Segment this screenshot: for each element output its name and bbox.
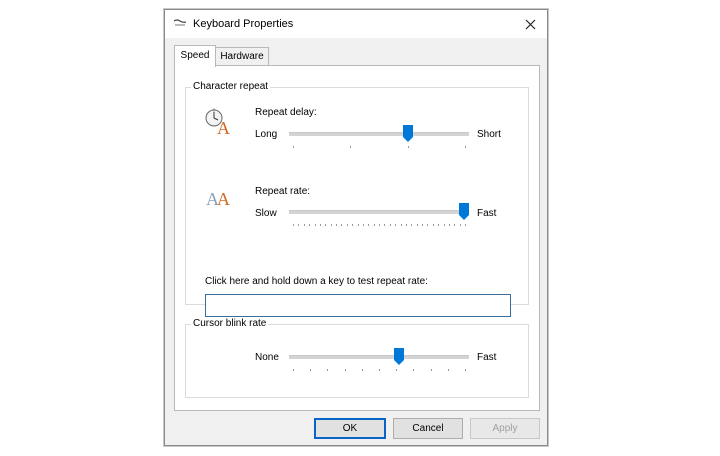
slider-tick <box>293 146 294 148</box>
svg-text:A: A <box>217 118 230 137</box>
repeat-rate-icon: A A <box>206 189 230 209</box>
repeat-delay-min-label: Long <box>255 129 278 140</box>
slider-tick <box>447 369 449 371</box>
cursor-blink-label: Cursor blink rate <box>191 318 269 329</box>
slider-tick <box>395 224 397 226</box>
slider-tick <box>400 224 402 226</box>
repeat-rate-max-label: Fast <box>477 208 497 219</box>
slider-tick <box>422 224 423 226</box>
slider-tick <box>413 369 415 371</box>
repeat-rate-ticks <box>293 224 466 228</box>
slider-tick <box>465 146 466 148</box>
slider-tick <box>384 224 386 226</box>
slider-tick <box>293 224 294 226</box>
character-repeat-label: Character repeat <box>191 81 271 92</box>
slider-tick <box>407 146 409 148</box>
cursor-blink-thumb[interactable] <box>394 348 405 365</box>
tab-speed[interactable]: Speed <box>174 45 216 67</box>
cursor-blink-min-label: None <box>255 352 279 363</box>
slider-tick <box>330 224 332 226</box>
slider-tick <box>362 224 364 226</box>
slider-tick <box>344 369 346 371</box>
slider-tick <box>454 224 456 226</box>
slider-tick <box>352 224 354 226</box>
slider-tick <box>427 224 429 226</box>
close-icon <box>525 19 535 29</box>
svg-text:A: A <box>217 189 230 209</box>
tab-speed-label: Speed <box>180 50 210 61</box>
repeat-rate-label: Repeat rate: <box>255 186 311 197</box>
cancel-button-label: Cancel <box>412 423 444 434</box>
cancel-button[interactable]: Cancel <box>393 418 463 439</box>
slider-tick <box>310 369 312 371</box>
repeat-rate-track <box>289 210 469 214</box>
repeat-rate-thumb[interactable] <box>459 203 469 220</box>
character-repeat-group: Character repeat A Repeat delay: Long Sh… <box>185 81 529 317</box>
ok-button-label: OK <box>342 423 358 434</box>
keyboard-icon <box>174 19 186 26</box>
slider-tick <box>389 224 391 226</box>
title-bar[interactable]: Keyboard Properties <box>165 10 547 38</box>
slider-tick <box>327 369 329 371</box>
slider-tick <box>416 224 418 226</box>
slider-tick <box>293 369 294 371</box>
slider-tick <box>379 224 380 226</box>
cursor-blink-slider[interactable] <box>289 347 469 379</box>
slider-tick <box>341 224 343 226</box>
repeat-delay-slider[interactable] <box>289 124 469 156</box>
ok-button[interactable]: OK <box>314 418 386 439</box>
cursor-blink-max-label: Fast <box>477 352 497 363</box>
slider-tick <box>325 224 327 226</box>
repeat-delay-label: Repeat delay: <box>255 107 317 118</box>
slider-tick <box>303 224 305 226</box>
slider-tick <box>309 224 311 226</box>
tab-hardware[interactable]: Hardware <box>215 47 269 66</box>
cursor-blink-group: Cursor blink rate None Fast <box>185 318 529 398</box>
cursor-blink-track <box>289 355 469 359</box>
tab-hardware-label: Hardware <box>220 51 264 62</box>
window-title: Keyboard Properties <box>193 18 294 30</box>
keyboard-properties-dialog: Keyboard Properties Speed Hardware Chara… <box>164 9 548 446</box>
slider-tick <box>346 224 348 226</box>
slider-tick <box>336 224 337 226</box>
slider-tick <box>357 224 359 226</box>
close-button[interactable] <box>519 13 541 35</box>
slider-tick <box>465 369 466 371</box>
slider-tick <box>438 224 440 226</box>
slider-tick <box>405 224 407 226</box>
repeat-delay-track <box>289 132 469 136</box>
apply-button-label: Apply <box>492 423 518 434</box>
slider-tick <box>319 224 321 226</box>
slider-tick <box>465 224 466 226</box>
repeat-delay-thumb[interactable] <box>402 125 413 142</box>
repeat-delay-ticks <box>293 146 466 150</box>
repeat-delay-icon: A <box>205 108 230 137</box>
slider-tick <box>448 224 450 226</box>
slider-tick <box>379 369 380 371</box>
slider-tick <box>298 224 300 226</box>
slider-tick <box>350 146 352 148</box>
cursor-blink-ticks <box>293 369 466 373</box>
slider-tick <box>443 224 445 226</box>
slider-tick <box>411 224 413 226</box>
slider-tick <box>368 224 370 226</box>
slider-tick <box>396 369 398 371</box>
repeat-rate-min-label: Slow <box>255 208 277 219</box>
apply-button: Apply <box>470 418 540 439</box>
test-repeat-label: Click here and hold down a key to test r… <box>205 276 428 287</box>
slider-tick <box>432 224 434 226</box>
repeat-rate-slider[interactable] <box>289 202 469 234</box>
slider-tick <box>459 224 461 226</box>
slider-tick <box>373 224 375 226</box>
slider-tick <box>314 224 316 226</box>
slider-tick <box>361 369 363 371</box>
speed-panel: Character repeat A Repeat delay: Long Sh… <box>174 65 540 411</box>
test-repeat-input[interactable] <box>205 294 511 317</box>
slider-tick <box>430 369 432 371</box>
repeat-delay-max-label: Short <box>477 129 501 140</box>
